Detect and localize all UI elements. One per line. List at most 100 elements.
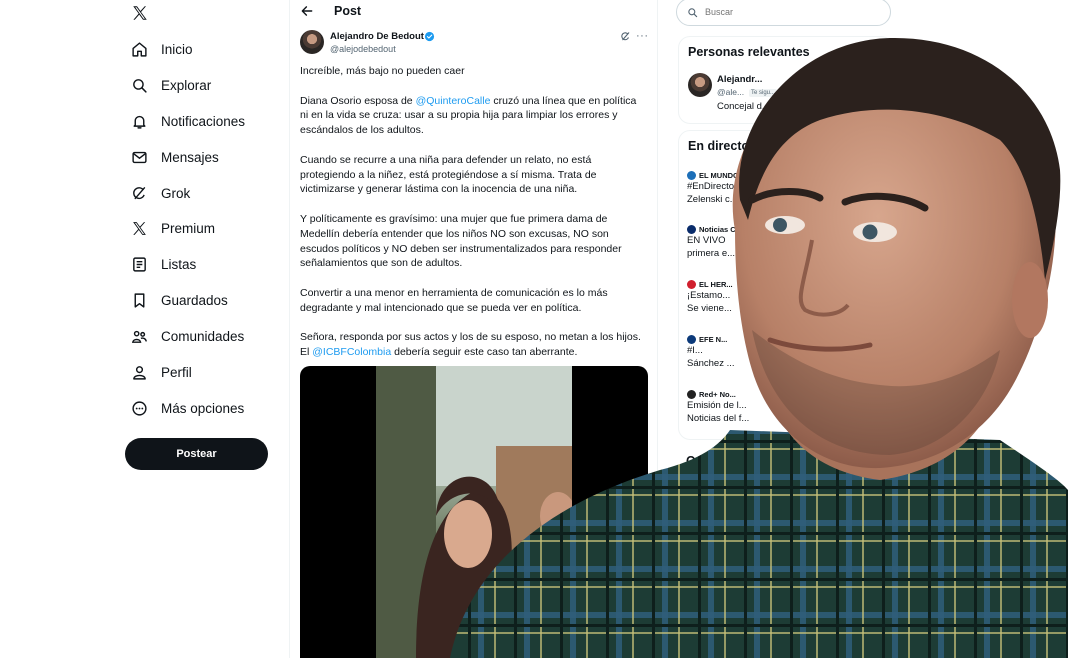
post-video[interactable] — [300, 366, 648, 658]
card-title: Personas relevantes — [688, 45, 810, 59]
sidebar-item-grok[interactable]: Grok — [131, 181, 190, 205]
search-box[interactable] — [676, 0, 891, 26]
more-circle-icon — [132, 400, 147, 416]
mention-link[interactable]: @QuinteroCalle — [416, 95, 491, 107]
sidebar-item-listas[interactable]: Listas — [131, 252, 196, 276]
news-source: EL HER... — [687, 278, 887, 290]
source-name: Noticias C... — [699, 224, 742, 234]
search-icon — [688, 8, 698, 18]
post-text-fragment: Cuando se recurre a una niña para defend… — [300, 153, 592, 166]
news-source: EFE N... — [687, 333, 887, 345]
sidebar-item-guardados[interactable]: Guardados — [131, 288, 228, 312]
sidebar-item-mas-opciones[interactable]: Más opciones — [131, 396, 244, 420]
source-logo-icon — [687, 389, 696, 399]
bookmark-icon — [134, 292, 145, 308]
post-text-fragment: Convertir a una menor en herramienta de … — [300, 286, 608, 299]
video-frame — [376, 366, 576, 658]
sidebar-item-label: Explorar — [161, 77, 212, 93]
live-item[interactable]: EL MUNDO #EnDirecto Zelenski c... — [687, 169, 887, 206]
person-handle[interactable]: @ale... — [717, 87, 744, 97]
sidebar-item-premium[interactable]: Premium — [131, 216, 215, 240]
grok-icon — [133, 186, 146, 199]
post-column: Post Alejandro De Bedout @alejodebedout … — [289, 0, 658, 658]
sidebar-item-mensajes[interactable]: Mensajes — [131, 145, 219, 169]
avatar[interactable] — [688, 73, 712, 97]
news-headline: #I... — [687, 345, 703, 356]
sidebar-item-label: Premium — [161, 220, 216, 236]
news-headline: Zelenski c... — [687, 193, 738, 205]
news-headline: Sánchez ... — [687, 357, 735, 369]
live-item[interactable]: EL HER... ¡Estamo... Se viene... — [687, 278, 887, 315]
sidebar-item-label: Comunidades — [161, 328, 245, 344]
sidebar-item-notificaciones[interactable]: Notificaciones — [131, 109, 245, 133]
follows-you-badge: Te sigu... — [749, 89, 778, 97]
source-name: EL MUNDO — [699, 170, 739, 180]
source-logo-icon — [687, 279, 696, 289]
author-name[interactable]: Alejandro De Bedout — [330, 31, 424, 42]
sidebar-item-inicio[interactable]: Inicio — [131, 37, 193, 61]
post-button[interactable]: Postear — [125, 438, 268, 470]
sidebar-nav: Inicio Explorar Notificaciones Mensajes … — [0, 0, 289, 658]
post-text-fragment: El — [300, 346, 313, 359]
sidebar-item-perfil[interactable]: Perfil — [131, 360, 192, 384]
trends-title: Qué está... — [686, 454, 750, 468]
source-name: Red+ No... — [699, 389, 736, 399]
live-item[interactable]: Red+ No... Emisión de l... Noticias del … — [687, 388, 887, 425]
source-name: EFE N... — [699, 334, 728, 344]
avatar[interactable] — [300, 30, 324, 54]
post-text-fragment: señalamientos que son de adultos. — [300, 257, 463, 270]
post-text-fragment: Y políticamente es gravísimo: una mujer … — [300, 212, 608, 225]
post-paragraph: Increíble, más bajo no pueden caer — [300, 65, 465, 77]
sidebar-item-label: Notificaciones — [161, 113, 246, 129]
live-item[interactable]: EFE N... #I... Sánchez ... — [687, 333, 887, 370]
sidebar-item-label: Guardados — [161, 292, 228, 308]
news-headline: Emisión de l... — [687, 400, 747, 411]
post-text-fragment: degradante y mal intencionado que se pue… — [300, 301, 582, 314]
live-card: En directo EL MUNDO #EnDirecto Zelenski … — [678, 130, 893, 440]
post-header: Post — [290, 0, 657, 24]
grok-icon[interactable] — [620, 31, 631, 42]
source-name: EL HER... — [699, 279, 733, 289]
post-text-fragment: Medellín debería entender que los niños … — [300, 227, 609, 240]
relevant-people-card: Personas relevantes Alejandr... @ale... … — [678, 36, 893, 124]
news-source: Red+ No... — [687, 388, 887, 400]
community-icon — [131, 330, 147, 343]
source-logo-icon — [687, 170, 696, 180]
post-text-fragment: ni en la vida se cruza: usar a su propia… — [300, 109, 618, 122]
news-headline: EN VIVO — [687, 235, 726, 246]
person-name[interactable]: Alejandr... — [717, 74, 762, 85]
sidebar-item-comunidades[interactable]: Comunidades — [131, 324, 244, 348]
more-options-icon[interactable]: ··· — [636, 30, 649, 42]
news-source: Noticias C... — [687, 223, 887, 235]
search-input[interactable] — [705, 4, 875, 20]
mention-link[interactable]: @ICBFColombia — [312, 346, 391, 358]
mail-icon — [132, 151, 147, 163]
post-text-fragment: cruzó una línea que en política — [490, 94, 637, 107]
back-arrow-icon[interactable] — [300, 4, 314, 18]
news-headline: #EnDirecto — [687, 181, 734, 192]
x-logo-icon — [133, 221, 146, 235]
live-item[interactable]: Noticias C... EN VIVO primera e... — [687, 223, 887, 260]
sidebar-item-explorar[interactable]: Explorar — [131, 73, 211, 97]
post-text-fragment: victimizarse y generar lástima con la in… — [300, 183, 578, 196]
news-headline: primera e... — [687, 247, 736, 259]
sidebar-item-label: Listas — [161, 256, 197, 272]
news-source: EL MUNDO — [687, 169, 887, 181]
news-headline: ¡Estamo... — [687, 290, 731, 301]
verified-badge-icon — [424, 31, 435, 42]
sidebar-item-label: Perfil — [161, 364, 192, 380]
author-handle[interactable]: @alejodebedout — [330, 44, 396, 54]
post-text-fragment: Señora, responda por sus actos y los de … — [300, 331, 641, 344]
search-icon — [133, 78, 147, 93]
source-logo-icon — [687, 334, 696, 344]
post-text-fragment: escudos políticos y NO deben ser instrum… — [300, 242, 622, 255]
person-bio: Concejal d... — [717, 101, 770, 112]
news-headline: Noticias del f... — [687, 412, 750, 424]
sidebar-item-label: Inicio — [161, 41, 193, 57]
post-text-fragment: Diana Osorio esposa de — [300, 94, 416, 107]
x-logo-icon[interactable] — [131, 4, 149, 22]
post-text-fragment: debería seguir este caso tan aberrante. — [391, 346, 578, 359]
bell-icon — [133, 115, 146, 129]
person-icon — [133, 365, 146, 380]
post-text-fragment: protegiendo a la niñez, está protegiéndo… — [300, 168, 597, 181]
